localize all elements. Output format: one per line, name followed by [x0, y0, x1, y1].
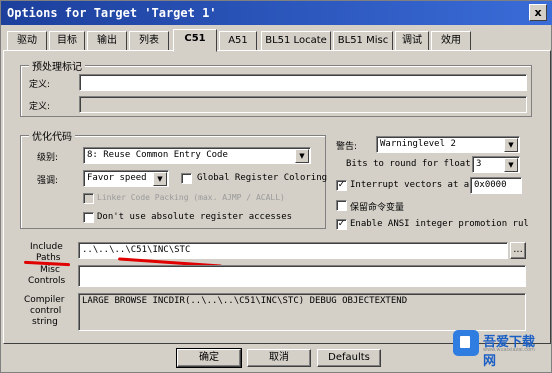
undefine-input[interactable]: [79, 96, 527, 113]
defaults-button[interactable]: Defaults: [317, 349, 381, 367]
tab-debug[interactable]: 调试: [395, 31, 429, 51]
tab-bl51-misc[interactable]: BL51 Misc: [333, 31, 393, 51]
optimization-group: 优化代码 级别: 8: Reuse Common Entry Code ▼ 强调…: [20, 128, 328, 229]
tab-bl51-locate[interactable]: BL51 Locate: [261, 31, 331, 51]
preprocessor-group: 预处理标记 定义: 定义:: [20, 58, 532, 117]
interrupt-vectors-label: Interrupt vectors at a: [350, 180, 470, 190]
close-button[interactable]: x: [529, 4, 547, 21]
chevron-down-icon[interactable]: ▼: [504, 158, 518, 172]
linker-code-packing-checkbox[interactable]: [83, 193, 94, 204]
level-label: 级别:: [37, 153, 59, 163]
level-combo[interactable]: 8: Reuse Common Entry Code ▼: [83, 147, 311, 164]
undefine-label: 定义:: [29, 102, 51, 112]
tab-output[interactable]: 输出: [87, 31, 127, 51]
interrupt-vectors-input[interactable]: 0x0000: [470, 177, 522, 194]
options-dialog: Options for Target 'Target 1' x 驱动 目标 输出…: [0, 0, 552, 373]
chevron-down-icon[interactable]: ▼: [153, 172, 167, 186]
warnings-combo[interactable]: Warninglevel 2 ▼: [376, 136, 520, 153]
tab-target[interactable]: 目标: [49, 31, 85, 51]
level-value: 8: Reuse Common Entry Code: [87, 150, 228, 160]
watermark-url: www.wuaixiazai.com: [483, 347, 535, 353]
preprocessor-title: 预处理标记: [29, 58, 85, 73]
misc-controls-label-1: Misc: [40, 265, 60, 275]
c51-panel: 预处理标记 定义: 定义: 优化代码 级别: 8: Reuse Common E…: [3, 50, 551, 344]
warnings-label: 警告:: [336, 142, 358, 152]
misc-controls-input[interactable]: [78, 265, 526, 287]
warnings-value: Warninglevel 2: [380, 139, 456, 149]
compiler-control-label-1: Compiler: [24, 295, 65, 305]
chevron-down-icon[interactable]: ▼: [295, 149, 309, 163]
compiler-control-label-2: control: [30, 306, 62, 316]
chevron-down-icon[interactable]: ▼: [504, 138, 518, 152]
no-absolute-reg-label: Don't use absolute register accesses: [97, 212, 293, 222]
no-absolute-reg-checkbox[interactable]: [83, 212, 94, 223]
ansi-promotion-checkbox[interactable]: ✓: [336, 219, 347, 230]
bits-round-combo[interactable]: 3 ▼: [472, 156, 520, 173]
misc-controls-label-2: Controls: [28, 276, 66, 286]
emphasis-label: 强调:: [37, 176, 59, 186]
tab-utilities[interactable]: 效用: [431, 31, 471, 51]
compiler-control-string: LARGE BROWSE INCDIR(..\..\..\C51\INC\STC…: [78, 293, 526, 331]
global-reg-coloring-label: Global Register Coloring: [197, 173, 328, 183]
define-label: 定义:: [29, 80, 51, 90]
tab-strip: 驱动 目标 输出 列表 C51 A51 BL51 Locate BL51 Mis…: [3, 29, 551, 52]
keep-vars-label: 保留命令变量: [350, 203, 405, 213]
include-paths-input[interactable]: ..\..\..\C51\INC\STC: [78, 242, 508, 259]
tab-driver[interactable]: 驱动: [7, 31, 47, 51]
title-bar[interactable]: Options for Target 'Target 1' x: [1, 1, 552, 25]
compiler-control-label-3: string: [32, 317, 58, 327]
watermark: 吾爱下载网 www.wuaixiazai.com: [453, 328, 545, 369]
tab-a51[interactable]: A51: [219, 31, 257, 51]
global-reg-coloring-checkbox[interactable]: [181, 173, 192, 184]
window-title: Options for Target 'Target 1': [7, 6, 217, 20]
bits-round-value: 3: [476, 159, 482, 169]
linker-code-packing-label: Linker Code Packing (max. AJMP / ACALL): [97, 193, 285, 202]
cancel-button[interactable]: 取消: [247, 349, 311, 367]
ansi-promotion-label: Enable ANSI integer promotion rul: [350, 219, 529, 229]
browse-include-button[interactable]: ...: [510, 242, 526, 259]
tab-c51[interactable]: C51: [173, 29, 217, 52]
bits-round-label: Bits to round for float: [346, 159, 471, 169]
include-paths-label-1: Include: [30, 242, 63, 252]
keep-vars-checkbox[interactable]: [336, 200, 347, 211]
optimization-title: 优化代码: [29, 128, 75, 143]
tab-listing[interactable]: 列表: [129, 31, 169, 51]
ok-button[interactable]: 确定: [176, 348, 242, 368]
interrupt-vectors-checkbox[interactable]: ✓: [336, 180, 347, 191]
define-input[interactable]: [79, 74, 527, 91]
watermark-logo-icon: [453, 330, 479, 356]
emphasis-value: Favor speed: [87, 173, 147, 183]
emphasis-combo[interactable]: Favor speed ▼: [83, 170, 169, 187]
